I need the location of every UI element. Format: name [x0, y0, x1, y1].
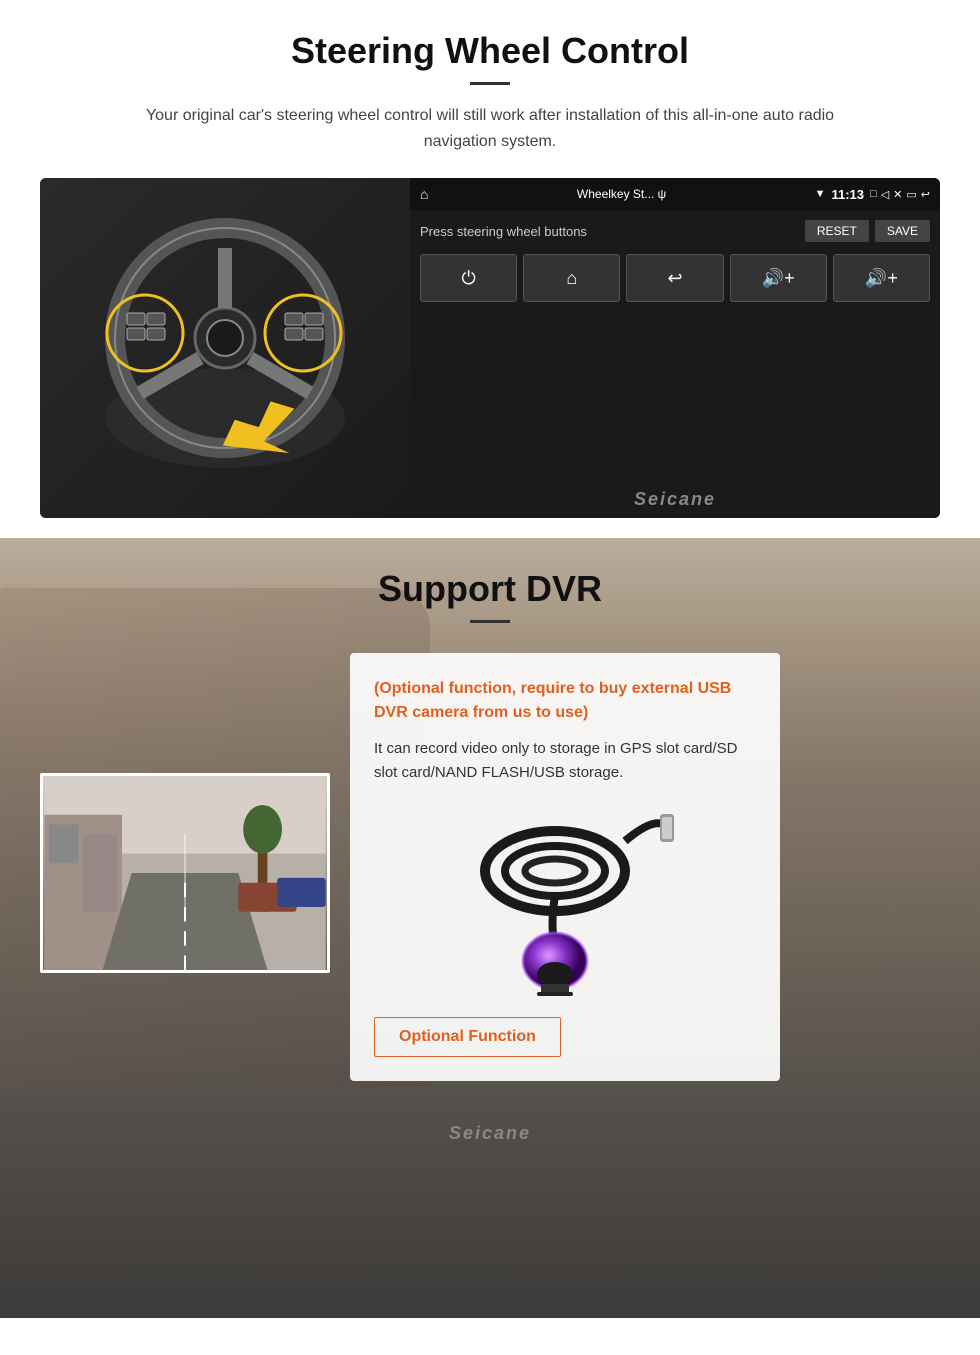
dvr-section: Support DVR [0, 538, 980, 1318]
android-statusbar: ⌂ Wheelkey St... ψ ▼ 11:13 □ ◁ ✕ ▭ ↩ [410, 178, 940, 210]
dvr-title: Support DVR [40, 568, 940, 610]
back-button[interactable]: ↩ [626, 254, 723, 302]
dvr-inner-content: Support DVR [0, 538, 980, 1111]
optional-badge-text: Optional Function [374, 1017, 561, 1057]
home-button[interactable]: ⌂ [523, 254, 620, 302]
steering-wheel-section: Steering Wheel Control Your original car… [0, 0, 980, 538]
vol-up2-button[interactable]: 🔊+ [833, 254, 930, 302]
dvr-description: It can record video only to storage in G… [374, 737, 756, 785]
steering-wheel-photo [40, 178, 410, 518]
seicane-watermark-dvr: Seicane [0, 1111, 980, 1156]
status-time: 11:13 [831, 187, 864, 202]
dvr-camera-svg [455, 806, 675, 996]
vol-up-button[interactable]: 🔊+ [730, 254, 827, 302]
press-label: Press steering wheel buttons [420, 224, 587, 239]
dvr-preview-image [40, 773, 330, 973]
dvr-layout: (Optional function, require to buy exter… [40, 653, 940, 1081]
control-buttons[interactable]: RESET SAVE [805, 220, 930, 242]
back-icon: ↩ [921, 188, 930, 201]
function-button-grid: ⏻ ⌂ ↩ 🔊+ 🔊+ [420, 254, 930, 302]
power-button[interactable]: ⏻ [420, 254, 517, 302]
status-icons: □ ◁ ✕ ▭ ↩ [870, 188, 930, 201]
steering-composite-image: ⌂ Wheelkey St... ψ ▼ 11:13 □ ◁ ✕ ▭ ↩ Pre… [40, 178, 940, 518]
windows-icon: ▭ [906, 188, 916, 201]
steering-wheel-graphic [85, 218, 365, 478]
x-icon: ✕ [893, 188, 902, 201]
steering-title: Steering Wheel Control [40, 30, 940, 72]
wifi-icon: ▼ [815, 188, 826, 200]
home-icon: ⌂ [420, 186, 428, 202]
optional-function-badge: Optional Function [374, 1017, 756, 1057]
title-divider [470, 82, 510, 85]
volume-icon: ◁ [881, 188, 889, 201]
reset-button[interactable]: RESET [805, 220, 869, 242]
app-name-label: Wheelkey St... ψ [434, 187, 808, 201]
dvr-optional-text: (Optional function, require to buy exter… [374, 677, 756, 725]
android-ui-panel: ⌂ Wheelkey St... ψ ▼ 11:13 □ ◁ ✕ ▭ ↩ Pre… [410, 178, 940, 518]
wheelkey-header: Press steering wheel buttons RESET SAVE [420, 220, 930, 242]
dvr-title-divider [470, 620, 510, 623]
dvr-camera-image [374, 801, 756, 1001]
dvr-info-card: (Optional function, require to buy exter… [350, 653, 780, 1081]
steering-description: Your original car's steering wheel contr… [140, 103, 840, 154]
seicane-watermark-steering: Seicane [410, 481, 940, 518]
dvr-road-svg [43, 776, 327, 970]
save-button[interactable]: SAVE [875, 220, 930, 242]
android-content: Press steering wheel buttons RESET SAVE … [410, 210, 940, 481]
camera-icon: □ [870, 188, 877, 200]
